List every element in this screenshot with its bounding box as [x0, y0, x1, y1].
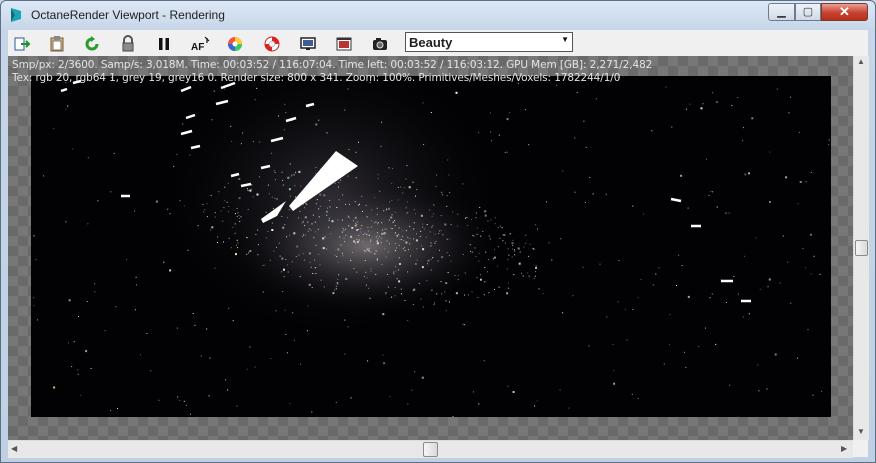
render-canvas — [33, 76, 830, 417]
minimize-icon: ▁ — [777, 6, 786, 18]
color-picker-button[interactable] — [224, 33, 246, 55]
restart-render-button[interactable] — [81, 33, 103, 55]
color-picker-icon — [228, 37, 242, 51]
maximize-icon: ▢ — [802, 6, 814, 18]
viewport-client-area: AF Beauty ▼ Smp/px: 2/3600. Samp/s: 3,01… — [8, 30, 869, 458]
monitor-icon — [300, 37, 316, 50]
display-button[interactable] — [297, 33, 319, 55]
svg-text:AF: AF — [191, 42, 204, 53]
close-icon: ✕ — [839, 4, 850, 19]
octane-app-icon — [11, 8, 21, 22]
autofocus-button[interactable]: AF — [189, 33, 211, 55]
send-scene-button[interactable] — [11, 33, 33, 55]
restart-render-icon — [85, 36, 99, 51]
scroll-up-icon[interactable]: ▲ — [857, 57, 865, 66]
lifebuoy-icon — [264, 36, 280, 52]
render-pass-select[interactable]: Beauty ▼ — [405, 32, 573, 52]
save-image-icon — [336, 37, 352, 51]
status-line-samples: Smp/px: 2/3600. Samp/s: 3,018M. Time: 00… — [12, 59, 653, 71]
minimize-button[interactable]: ▁ — [768, 3, 795, 21]
scroll-left-icon[interactable]: ◀ — [11, 444, 17, 453]
octane-viewport-window: OctaneRender Viewport - Rendering ▁ ▢ ✕ — [0, 0, 876, 463]
window-title: OctaneRender Viewport - Rendering — [31, 8, 225, 22]
close-button[interactable]: ✕ — [821, 3, 868, 21]
pause-button[interactable] — [153, 33, 175, 55]
vertical-scroll-thumb[interactable] — [855, 240, 868, 256]
vertical-scrollbar[interactable]: ▲ ▼ — [853, 56, 869, 440]
copy-button[interactable] — [46, 33, 68, 55]
render-pass-value: Beauty — [409, 35, 453, 50]
scroll-down-icon[interactable]: ▼ — [857, 427, 865, 436]
autofocus-icon: AF — [191, 36, 210, 53]
status-line-textures: Tex: rgb 20, rgb64 1, grey 19, grey16 0.… — [12, 72, 621, 84]
lock-button[interactable] — [117, 33, 139, 55]
render-viewport[interactable]: Smp/px: 2/3600. Samp/s: 3,018M. Time: 00… — [8, 56, 853, 440]
viewport-toolbar: AF Beauty ▼ — [8, 30, 868, 56]
horizontal-scrollbar[interactable]: ◀ ▶ — [8, 440, 853, 458]
scrollbar-corner — [853, 440, 868, 457]
title-bar[interactable]: OctaneRender Viewport - Rendering ▁ ▢ ✕ — [1, 1, 875, 29]
camera-icon — [373, 38, 387, 50]
horizontal-scroll-thumb[interactable] — [423, 442, 438, 457]
chevron-down-icon: ▼ — [561, 35, 569, 44]
send-scene-icon — [14, 37, 31, 51]
scroll-right-icon[interactable]: ▶ — [841, 444, 847, 453]
camera-button[interactable] — [369, 33, 391, 55]
save-image-button[interactable] — [333, 33, 355, 55]
maximize-button[interactable]: ▢ — [795, 3, 821, 21]
lock-icon — [122, 35, 134, 52]
help-button[interactable] — [261, 33, 283, 55]
clipboard-icon — [50, 36, 64, 52]
render-image — [31, 76, 831, 417]
pause-icon — [159, 38, 169, 50]
